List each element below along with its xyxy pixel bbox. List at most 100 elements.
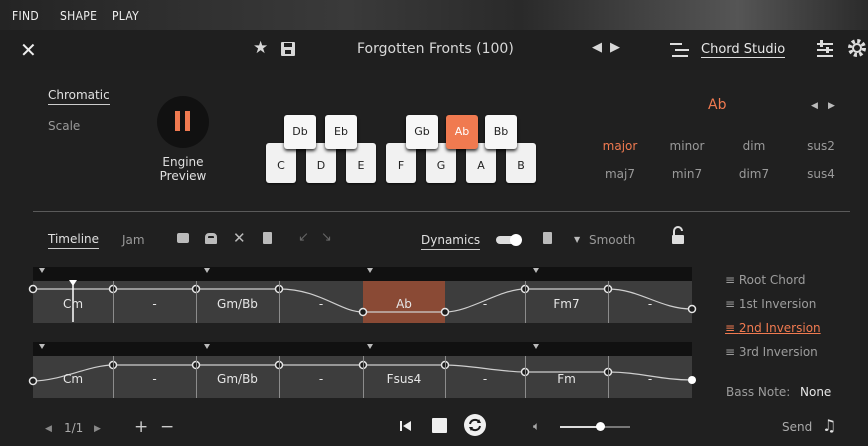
undo-icon[interactable]: ↙ [298, 230, 309, 245]
key-g[interactable]: G [426, 143, 456, 183]
lane1-chord-8[interactable]: - [608, 297, 692, 311]
next-root-icon[interactable]: ▶ [828, 101, 835, 111]
chord-studio-link[interactable]: Chord Studio [701, 42, 786, 58]
inversion-root-label: Root Chord [738, 273, 806, 287]
volume-slider[interactable] [560, 422, 630, 431]
lane2-chord-5[interactable]: Fsus4 [363, 372, 445, 386]
dynamics-toggle[interactable] [496, 234, 522, 246]
chord-type-minor[interactable]: minor [662, 139, 712, 153]
chord-type-sus2[interactable]: sus2 [796, 139, 846, 153]
lane1-chord-6[interactable]: - [445, 297, 525, 311]
bass-note-label: Bass Note: [726, 385, 791, 399]
menu-shape[interactable]: SHAPE [60, 9, 97, 23]
lane2-divider [279, 356, 280, 398]
delete-x-icon[interactable]: ✕ [233, 229, 246, 247]
chord-type-major[interactable]: major [595, 139, 645, 153]
prev-preset-icon[interactable]: ◀ [592, 40, 602, 55]
key-f[interactable]: F [386, 143, 416, 183]
inversion-1st[interactable]: ≡ 1st Inversion [725, 297, 816, 311]
menu-play[interactable]: PLAY [112, 9, 139, 23]
key-bb[interactable]: Bb [485, 115, 517, 149]
key-db[interactable]: Db [284, 115, 316, 149]
lane1-divider [608, 281, 609, 323]
lane2-chord-3[interactable]: Gm/Bb [196, 372, 279, 386]
lane2-divider [525, 356, 526, 398]
inversion-root-chord[interactable]: ≡ Root Chord [725, 273, 806, 287]
paste-icon[interactable] [205, 233, 217, 244]
lane2-chord-2[interactable]: - [113, 372, 196, 386]
lane1-chord-4[interactable]: - [279, 297, 363, 311]
lane2-divider [113, 356, 114, 398]
gear-icon[interactable] [846, 37, 868, 59]
chord-type-dim[interactable]: dim [729, 139, 779, 153]
engine-preview-button[interactable] [157, 96, 209, 148]
music-note-icon[interactable]: ♫ [822, 416, 836, 435]
engine-label-line1: Engine [162, 155, 204, 169]
inversion-3rd[interactable]: ≡ 3rd Inversion [725, 345, 818, 359]
skip-back-icon[interactable] [399, 419, 413, 433]
key-d[interactable]: D [306, 143, 336, 183]
page-next-icon[interactable]: ▶ [94, 424, 101, 434]
timeline-tab[interactable]: Timeline [48, 232, 100, 249]
lane2-chord-8[interactable]: - [608, 372, 692, 386]
inversion-3rd-label: 3rd Inversion [738, 345, 818, 359]
chord-type-dim7[interactable]: dim7 [729, 167, 779, 181]
chord-studio-icon [670, 43, 689, 57]
send-label[interactable]: Send [782, 420, 812, 434]
page-prev-icon[interactable]: ◀ [45, 424, 52, 434]
inversion-2nd[interactable]: ≡ 2nd Inversion [725, 321, 821, 335]
lane2-chord-7[interactable]: Fm [525, 372, 608, 386]
mixer-icon[interactable] [815, 39, 835, 59]
dynamics-label[interactable]: Dynamics [421, 233, 481, 250]
smooth-select[interactable]: Smooth [589, 233, 635, 247]
preset-name[interactable]: Forgotten Fronts (100) [357, 41, 514, 57]
chord-type-maj7[interactable]: maj7 [595, 167, 645, 181]
close-icon[interactable]: ✕ [20, 38, 37, 62]
loop-icon[interactable] [463, 413, 487, 437]
star-icon[interactable]: ★ [253, 38, 268, 58]
key-b[interactable]: B [506, 143, 536, 183]
lane1-divider [113, 281, 114, 323]
trash-icon[interactable] [263, 232, 272, 244]
key-c[interactable]: C [266, 143, 296, 183]
smooth-dropdown-icon[interactable]: ▼ [574, 235, 580, 244]
lane2-chord-6[interactable]: - [445, 372, 525, 386]
lane2-divider [196, 356, 197, 398]
prev-root-icon[interactable]: ◀ [811, 101, 818, 111]
key-ab[interactable]: Ab [446, 115, 478, 149]
inversion-2nd-label: 2nd Inversion [738, 321, 821, 335]
section-divider [33, 211, 850, 212]
key-gb[interactable]: Gb [406, 115, 438, 149]
save-icon[interactable] [280, 41, 296, 57]
next-preset-icon[interactable]: ▶ [610, 40, 620, 55]
bass-note-value[interactable]: None [800, 385, 831, 399]
chord-type-sus4[interactable]: sus4 [796, 167, 846, 181]
redo-icon[interactable]: ↘ [321, 230, 332, 245]
jam-tab[interactable]: Jam [122, 233, 145, 247]
menu-find[interactable]: FIND [12, 9, 39, 23]
chord-type-min7[interactable]: min7 [662, 167, 712, 181]
add-icon[interactable]: + [134, 417, 148, 437]
lane2-divider [608, 356, 609, 398]
lane1-chord-7[interactable]: Fm7 [525, 297, 608, 311]
chromatic-tab[interactable]: Chromatic [48, 88, 110, 105]
dynamics-trash-icon[interactable] [543, 232, 552, 244]
lock-icon[interactable] [670, 226, 686, 246]
copy-icon[interactable] [177, 233, 189, 243]
key-eb[interactable]: Eb [325, 115, 357, 149]
volume-knob[interactable] [596, 422, 605, 431]
lane2-chord-4[interactable]: - [279, 372, 363, 386]
remove-icon[interactable]: − [160, 417, 174, 437]
lane1-chord-2[interactable]: - [113, 297, 196, 311]
stop-icon[interactable] [432, 418, 447, 433]
pause-icon-bar [185, 111, 190, 131]
lane1-chord-1[interactable]: Cm [33, 297, 113, 311]
lane2-divider [363, 356, 364, 398]
key-a[interactable]: A [466, 143, 496, 183]
header-bar: ✕ ★ Forgotten Fronts (100) ◀ ▶ Chord Stu… [0, 30, 868, 70]
lane2-chord-1[interactable]: Cm [33, 372, 113, 386]
scale-tab[interactable]: Scale [48, 119, 80, 133]
lane1-chord-3[interactable]: Gm/Bb [196, 297, 279, 311]
key-e[interactable]: E [346, 143, 376, 183]
lane1-chord-5[interactable]: Ab [363, 297, 445, 311]
